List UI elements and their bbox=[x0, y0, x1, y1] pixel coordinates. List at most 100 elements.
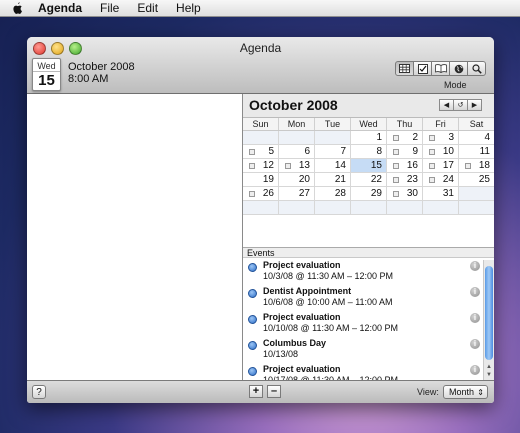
calendar-day-cell[interactable]: 9 bbox=[386, 145, 422, 158]
mode-notes-button[interactable] bbox=[431, 61, 450, 76]
mode-tasks-button[interactable] bbox=[413, 61, 432, 76]
calendar-day-cell[interactable]: 24 bbox=[422, 173, 458, 186]
calendar-day-cell[interactable]: 10 bbox=[422, 145, 458, 158]
menu-help[interactable]: Help bbox=[167, 1, 210, 15]
calendar-nav: ◀ ↺ ▶ bbox=[439, 99, 482, 111]
calendar-day-cell[interactable]: 31 bbox=[422, 187, 458, 200]
calendar-day-cell[interactable]: 6 bbox=[278, 145, 314, 158]
day-number: 17 bbox=[442, 160, 454, 171]
task-marker-icon bbox=[429, 177, 435, 183]
today-button[interactable]: ↺ bbox=[453, 99, 468, 111]
calendar-day-cell[interactable]: 28 bbox=[314, 187, 350, 200]
event-item[interactable]: Columbus Day 10/13/08 i bbox=[243, 338, 481, 364]
day-number: 19 bbox=[262, 174, 274, 185]
event-item[interactable]: Project evaluation 10/10/08 @ 11:30 AM – … bbox=[243, 312, 481, 338]
scrollbar-thumb[interactable] bbox=[485, 266, 493, 360]
calendar-day-cell[interactable]: 8 bbox=[350, 145, 386, 158]
calendar-empty-cell bbox=[350, 201, 386, 214]
calendar-day-cell[interactable]: 11 bbox=[458, 145, 494, 158]
info-icon[interactable]: i bbox=[470, 313, 480, 323]
day-number: 24 bbox=[442, 174, 454, 185]
month-title: October 2008 bbox=[249, 97, 338, 113]
calendar-day-cell[interactable]: 15 bbox=[350, 159, 386, 172]
calendar-day-cell[interactable]: 4 bbox=[458, 131, 494, 144]
remove-event-button[interactable]: – bbox=[267, 385, 281, 398]
menu-edit[interactable]: Edit bbox=[128, 1, 167, 15]
calendar-day-cell[interactable]: 3 bbox=[422, 131, 458, 144]
calendar-day-cell[interactable]: 14 bbox=[314, 159, 350, 172]
scroll-down-arrow-icon[interactable]: ▼ bbox=[486, 372, 492, 378]
apple-icon[interactable] bbox=[10, 1, 24, 15]
mode-selector bbox=[395, 61, 486, 76]
event-title: Dentist Appointment bbox=[263, 286, 352, 296]
help-button[interactable]: ? bbox=[32, 385, 46, 399]
calendar-empty-cell bbox=[243, 131, 278, 144]
detail-pane bbox=[27, 94, 243, 380]
event-item[interactable]: Project evaluation 10/3/08 @ 11:30 AM – 1… bbox=[243, 260, 481, 286]
info-icon[interactable]: i bbox=[470, 287, 480, 297]
calendar-grid: 1 2 3 4 5 6 7 8 9 10 11 12 13 14 15 16 17 18 19 20 21 22 23 24 2… bbox=[243, 131, 494, 215]
calendar-day-cell[interactable]: 5 bbox=[243, 145, 278, 158]
calendar-day-cell[interactable]: 27 bbox=[278, 187, 314, 200]
event-item[interactable]: Dentist Appointment 10/6/08 @ 10:00 AM – … bbox=[243, 286, 481, 312]
calendar-day-cell[interactable]: 22 bbox=[350, 173, 386, 186]
scroll-up-arrow-icon[interactable]: ▲ bbox=[486, 364, 492, 370]
day-number: 13 bbox=[298, 160, 310, 171]
day-number: 5 bbox=[268, 146, 274, 157]
task-marker-icon bbox=[429, 135, 435, 141]
day-number: 23 bbox=[406, 174, 418, 185]
calendar-day-cell[interactable]: 29 bbox=[350, 187, 386, 200]
calendar-day-cell[interactable]: 18 bbox=[458, 159, 494, 172]
current-date: October 2008 bbox=[68, 61, 135, 73]
updown-chevron-icon: ⇕ bbox=[477, 388, 484, 397]
mode-search-button[interactable] bbox=[467, 61, 486, 76]
calendar-day-cell[interactable]: 20 bbox=[278, 173, 314, 186]
calendar-day-cell[interactable]: 1 bbox=[350, 131, 386, 144]
info-icon[interactable]: i bbox=[470, 339, 480, 349]
calendar-day-cell[interactable]: 30 bbox=[386, 187, 422, 200]
task-marker-icon bbox=[393, 149, 399, 155]
calendar-day-cell[interactable]: 17 bbox=[422, 159, 458, 172]
magnifier-icon bbox=[471, 63, 482, 74]
calendar-empty-cell bbox=[278, 201, 314, 214]
calendar-day-cell[interactable]: 26 bbox=[243, 187, 278, 200]
calendar-empty-cell bbox=[458, 201, 494, 214]
events-header: Events bbox=[243, 247, 494, 258]
calendar-day-cell[interactable]: 2 bbox=[386, 131, 422, 144]
info-icon[interactable]: i bbox=[470, 365, 480, 375]
event-time: 10/6/08 @ 10:00 AM – 11:00 AM bbox=[263, 297, 393, 307]
weekday-label: Wed bbox=[350, 118, 386, 130]
day-number: 3 bbox=[448, 132, 454, 143]
globe-icon bbox=[454, 64, 463, 73]
book-icon bbox=[434, 64, 447, 73]
day-number: 14 bbox=[334, 160, 346, 171]
add-event-button[interactable]: + bbox=[249, 385, 263, 398]
day-number: 26 bbox=[262, 188, 274, 199]
mode-calendar-button[interactable] bbox=[395, 61, 414, 76]
day-number: 6 bbox=[304, 146, 310, 157]
info-icon[interactable]: i bbox=[470, 261, 480, 271]
view-select[interactable]: Month ⇕ bbox=[443, 385, 488, 399]
calendar-header: October 2008 ◀ ↺ ▶ bbox=[243, 94, 494, 118]
calendar-day-cell[interactable]: 23 bbox=[386, 173, 422, 186]
prev-month-button[interactable]: ◀ bbox=[439, 99, 454, 111]
event-calendar-icon bbox=[248, 289, 257, 298]
calendar-day-cell[interactable]: 25 bbox=[458, 173, 494, 186]
task-marker-icon bbox=[249, 191, 255, 197]
calendar-day-cell[interactable]: 13 bbox=[278, 159, 314, 172]
calendar-day-cell[interactable]: 12 bbox=[243, 159, 278, 172]
mode-globe-button[interactable] bbox=[449, 61, 468, 76]
menu-app-agenda[interactable]: Agenda bbox=[34, 1, 91, 15]
event-item[interactable]: Project evaluation 10/17/08 @ 11:30 AM – … bbox=[243, 364, 481, 380]
date-badge-weekday: Wed bbox=[33, 61, 60, 72]
calendar-day-cell[interactable]: 21 bbox=[314, 173, 350, 186]
calendar-day-cell[interactable]: 7 bbox=[314, 145, 350, 158]
next-month-button[interactable]: ▶ bbox=[467, 99, 482, 111]
events-scrollbar[interactable]: ▲ ▼ bbox=[483, 260, 494, 380]
calendar-day-cell[interactable]: 16 bbox=[386, 159, 422, 172]
event-calendar-icon bbox=[248, 367, 257, 376]
menu-file[interactable]: File bbox=[91, 1, 128, 15]
window-titlebar[interactable]: Agenda Wed 15 October 2008 8:00 AM Mode bbox=[27, 37, 494, 94]
calendar-day-cell[interactable]: 19 bbox=[243, 173, 278, 186]
weekday-label: Fri bbox=[422, 118, 458, 130]
